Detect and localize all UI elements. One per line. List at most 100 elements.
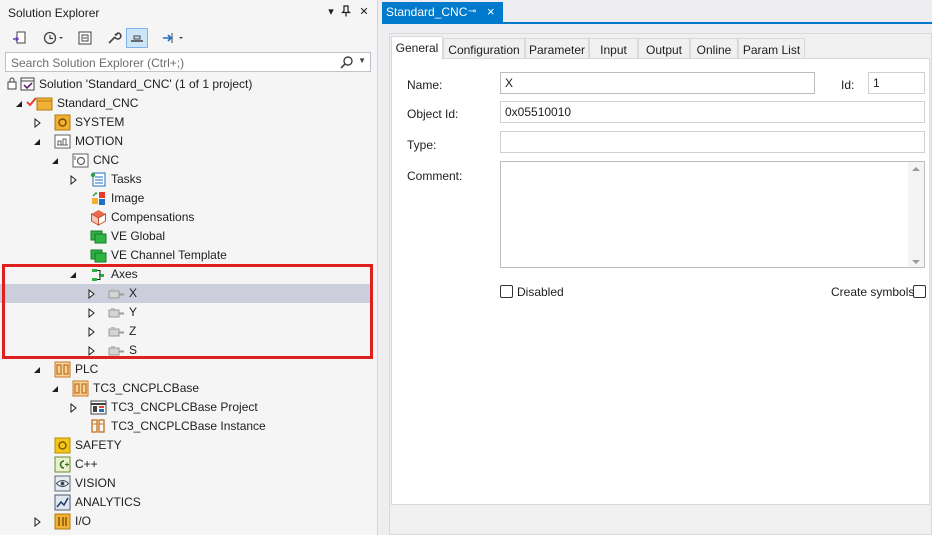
tree-item-axis-z[interactable]: Z [0,322,372,341]
tab-param-list[interactable]: Param List [738,38,805,60]
collapse-arrow-icon[interactable] [50,155,60,165]
tree-item-analytics[interactable]: ANALYTICS [0,493,372,512]
collapse-arrow-icon[interactable] [14,98,24,108]
expand-arrow-icon[interactable] [68,402,78,414]
expand-arrow-icon[interactable] [86,307,96,319]
properties-button[interactable] [104,28,124,48]
comment-textarea[interactable] [500,161,925,268]
search-placeholder: Search Solution Explorer (Ctrl+;) [11,56,185,70]
tree-item-label: Solution 'Standard_CNC' (1 of 1 project) [39,77,253,91]
axis-properties-panel: General Configuration Parameter Input Ou… [389,33,932,535]
tree-item-project[interactable]: Standard_CNC [0,94,372,113]
tree-item-axis-s[interactable]: S [0,341,372,360]
solution-explorer-title: Solution Explorer [8,6,100,20]
auto-hide-pin-icon[interactable] [339,5,353,19]
compensations-icon [90,209,107,226]
name-input[interactable]: X [500,72,815,94]
collapse-all-button[interactable] [74,28,96,48]
tree-item-system[interactable]: SYSTEM [0,113,372,132]
axis-icon [108,304,125,321]
safety-icon [54,437,71,454]
close-icon[interactable]: ✕ [357,5,371,19]
tree-item-ve-global[interactable]: VE Global [0,227,372,246]
tree-item-label: Standard_CNC [57,96,139,110]
collapse-arrow-icon[interactable] [50,383,60,393]
tree-item-image[interactable]: Image [0,189,372,208]
tree-item-plc-instance[interactable]: TC3_CNCPLCBase Instance [0,417,372,436]
tab-input[interactable]: Input [589,38,638,60]
plc-project-icon [72,380,89,397]
tree-item-label: X [129,286,138,300]
close-tab-icon[interactable]: × [487,4,495,19]
tree-item-cnc[interactable]: CNC [0,151,372,170]
search-options-dropdown-icon[interactable]: ▼ [358,56,366,65]
sync-with-active-document-button[interactable] [8,28,30,48]
collapse-arrow-icon[interactable] [68,269,78,279]
expand-arrow-icon[interactable] [32,117,42,129]
object-id-field: 0x05510010 [500,101,925,123]
tab-parameter[interactable]: Parameter [525,38,589,60]
tree-item-label: VE Global [111,229,166,243]
tree-item-label: Tasks [111,172,142,186]
history-button[interactable] [38,28,68,48]
preview-selected-items-button[interactable] [126,28,148,48]
tree-item-solution[interactable]: Solution 'Standard_CNC' (1 of 1 project) [0,75,372,94]
id-field: 1 [868,72,925,94]
collapse-arrow-icon[interactable] [32,364,42,374]
tree-item-plc[interactable]: PLC [0,360,372,379]
tree-item-motion[interactable]: MOTION [0,132,372,151]
tree-item-label: Y [129,305,138,319]
tree-item-label: VE Channel Template [111,248,227,262]
tree-item-tasks[interactable]: Tasks [0,170,372,189]
document-area: Standard_CNC ⊸ × General Configuration P… [382,0,932,535]
window-position-dropdown-icon[interactable]: ▾ [324,5,338,19]
tree-item-axes[interactable]: Axes [0,265,372,284]
tree-item-label: TC3_CNCPLCBase Instance [111,419,266,433]
tab-online[interactable]: Online [690,38,738,60]
search-icon[interactable] [340,55,354,72]
tree-item-io[interactable]: I/O [0,512,372,531]
tree-item-plc-project[interactable]: TC3_CNCPLCBase [0,379,372,398]
tree-item-label: TC3_CNCPLCBase [93,381,200,395]
pending-changes-filter-button[interactable] [158,28,188,48]
expand-arrow-icon[interactable] [86,288,96,300]
axis-icon [108,323,125,340]
tree-item-label: VISION [75,476,116,490]
tree-item-vision[interactable]: VISION [0,474,372,493]
solution-icon [19,76,36,93]
tree-item-cpp[interactable]: C++ [0,455,372,474]
tree-item-label: SYSTEM [75,115,125,129]
solution-explorer-search-input[interactable]: Search Solution Explorer (Ctrl+;) ▼ [5,52,371,72]
tab-configuration[interactable]: Configuration [443,38,525,60]
comment-scrollbar[interactable] [908,162,924,267]
expand-arrow-icon[interactable] [86,345,96,357]
plc-subproject-icon [90,399,107,416]
tree-item-compensations[interactable]: Compensations [0,208,372,227]
comment-label: Comment: [407,169,463,183]
tree-item-axis-y[interactable]: Y [0,303,372,322]
axis-icon [108,342,125,359]
create-symbols-checkbox[interactable] [913,285,926,298]
tree-item-plc-subproject[interactable]: TC3_CNCPLCBase Project [0,398,372,417]
expand-arrow-icon[interactable] [68,174,78,186]
solution-explorer-titlebar: Solution Explorer ▾ ✕ [0,0,378,26]
collapse-arrow-icon[interactable] [32,136,42,146]
tab-general[interactable]: General [391,36,443,60]
expand-arrow-icon[interactable] [86,326,96,338]
tree-item-label: C++ [75,457,98,471]
disabled-checkbox[interactable] [500,285,513,298]
axes-icon [90,266,107,283]
vision-icon [54,475,71,492]
tree-item-ve-channel-template[interactable]: VE Channel Template [0,246,372,265]
analytics-icon [54,494,71,511]
tree-item-label: SAFETY [75,438,122,452]
image-icon [90,190,107,207]
pin-tab-icon[interactable]: ⊸ [468,6,476,17]
tree-item-safety[interactable]: SAFETY [0,436,372,455]
tree-item-label: PLC [75,362,99,376]
tree-item-axis-x[interactable]: X [0,284,372,303]
expand-arrow-icon[interactable] [32,516,42,528]
document-tabstrip: Standard_CNC ⊸ × [382,0,932,24]
tab-output[interactable]: Output [638,38,690,60]
document-tab-standard-cnc[interactable]: Standard_CNC ⊸ × [382,2,503,24]
